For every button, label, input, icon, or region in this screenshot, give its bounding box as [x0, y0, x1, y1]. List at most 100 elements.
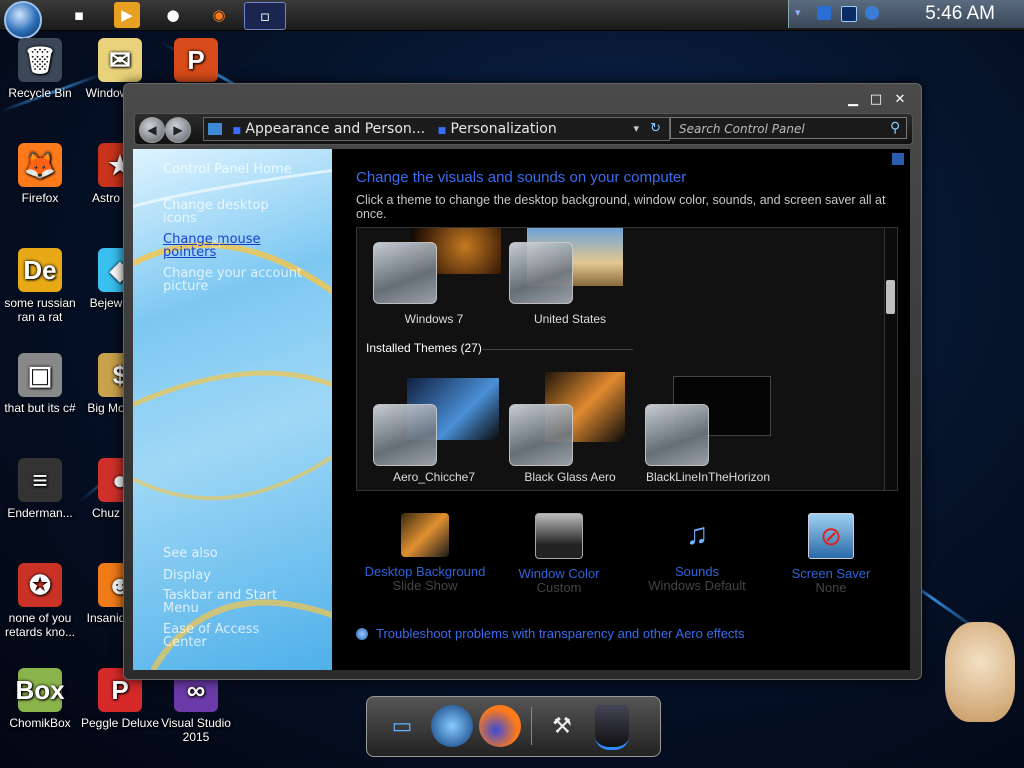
window-color-value: Custom [536, 580, 582, 595]
tray-expand-icon[interactable]: ▾ [795, 6, 809, 20]
see-also-heading: See also [163, 546, 218, 561]
theme-gallery: Windows 7 United States Installed Themes… [356, 227, 898, 491]
tools-icon[interactable]: ⚒ [541, 705, 583, 747]
window-color-icon [535, 513, 583, 559]
media-player-icon[interactable]: ▶ [114, 2, 140, 28]
breadcrumb-item[interactable]: Personalization [451, 121, 557, 137]
start-button[interactable] [4, 1, 42, 39]
firefox-icon[interactable] [479, 705, 521, 747]
sounds-label: Sounds [674, 564, 720, 579]
clock[interactable]: 5:46 AM [925, 3, 995, 25]
close-button[interactable]: ✕ [889, 92, 911, 108]
desktop-icon-image: ✉ [98, 38, 142, 82]
theme-glass-swatch [373, 404, 437, 466]
monitor-icon[interactable]: ▭ [381, 705, 423, 747]
theme-item[interactable]: United States [505, 228, 635, 328]
divider [483, 349, 633, 350]
control-panel-icon [208, 123, 222, 135]
chevron-right-icon: ■ [232, 126, 241, 136]
desktop-icon-label: some russian ran a rat [4, 296, 76, 324]
sounds-value: Windows Default [648, 578, 746, 593]
troubleshoot-link[interactable]: Troubleshoot problems with transparency … [376, 626, 745, 641]
refresh-icon[interactable]: ↻ [650, 118, 661, 140]
change-desktop-icons-link[interactable]: Change desktop icons [163, 199, 303, 225]
breadcrumb[interactable]: ■ Appearance and Person... ■ Personaliza… [203, 117, 670, 141]
trash-icon[interactable] [595, 705, 629, 750]
breadcrumb-item[interactable]: Appearance and Person... [245, 121, 425, 137]
taskbar-app-icon[interactable]: ▪ [66, 2, 92, 28]
theme-item[interactable]: BlackLineInTheHorizon [643, 368, 793, 486]
maximize-button[interactable]: □ [865, 92, 887, 108]
desktop-background-icon [401, 513, 449, 557]
theme-label: Windows 7 [404, 312, 464, 326]
monitor-icon[interactable] [841, 6, 857, 22]
desktop-icon[interactable]: De some russian ran a rat [0, 248, 80, 324]
shield-icon [356, 628, 368, 640]
theme-item[interactable]: Windows 7 [369, 228, 501, 328]
mouse-cursor-icon: ☝ [211, 233, 221, 252]
change-mouse-pointers-link[interactable]: Change mouse pointers [163, 233, 293, 259]
theme-glass-swatch [509, 242, 573, 304]
display-link[interactable]: Display [163, 569, 211, 582]
theme-label: United States [533, 312, 607, 326]
desktop-icon[interactable]: 🦊 Firefox [0, 143, 80, 205]
desktop-background-button[interactable]: Desktop Background Slide Show [360, 513, 490, 593]
desktop-icon-image: De [18, 248, 62, 292]
desktop-icon-label: ChomikBox [9, 716, 71, 730]
desktop-icon-image: P [174, 38, 218, 82]
desktop-icon-label: Firefox [21, 191, 59, 205]
minimize-button[interactable]: ▁ [842, 92, 864, 108]
control-panel-home-link[interactable]: Control Panel Home [163, 163, 292, 176]
desktop-icon[interactable]: 🗑 Recycle Bin [0, 38, 80, 100]
theme-label: Aero_Chicche7 [392, 470, 476, 484]
network-icon[interactable] [431, 705, 473, 747]
desktop-icon[interactable]: ≡ Enderman... [0, 458, 80, 520]
desktop-icon-image: ✪ [18, 563, 62, 607]
hamster-widget[interactable] [945, 622, 1015, 722]
tray-app-icon[interactable] [817, 6, 831, 20]
page-title: Change the visuals and sounds on your co… [356, 169, 687, 186]
taskbar-start-menu-link[interactable]: Taskbar and Start Menu [163, 589, 313, 615]
desktop-icon[interactable]: ▣ that but its c# [0, 353, 80, 415]
active-window-button[interactable]: ▫ [244, 2, 286, 30]
desktop-icon-label: Enderman... [7, 506, 73, 520]
desktop-icon-label: Recycle Bin [8, 86, 72, 100]
taskbar: ▪ ▶ ● ◉ ▫ ▾ 5:46 AM [0, 0, 1024, 39]
ease-of-access-link[interactable]: Ease of Access Center [163, 623, 303, 649]
window-color-label: Window Color [518, 566, 600, 581]
search-input[interactable]: Search Control Panel [670, 117, 907, 139]
desktop-icon-image: Box [15, 668, 65, 712]
screen-saver-button[interactable]: ⊘ Screen Saver None [766, 513, 896, 595]
theme-glass-swatch [509, 404, 573, 466]
firefox-icon[interactable]: ◉ [206, 2, 232, 28]
screen-saver-value: None [815, 580, 847, 595]
theme-label: Black Glass Aero [524, 470, 616, 484]
globe-icon[interactable]: ● [160, 2, 186, 28]
theme-item[interactable]: Black Glass Aero [505, 368, 635, 486]
theme-item[interactable]: Aero_Chicche7 [369, 368, 499, 486]
screen-saver-label: Screen Saver [791, 566, 871, 581]
page-description: Click a theme to change the desktop back… [356, 193, 886, 221]
main-pane: Change the visuals and sounds on your co… [332, 149, 910, 670]
change-account-picture-link[interactable]: Change your account picture [163, 267, 303, 293]
back-button[interactable]: ◀ [139, 117, 165, 143]
desktop-icon[interactable]: ✪ none of you retards kno... [0, 563, 80, 639]
desktop-background-value: Slide Show [392, 578, 458, 593]
theme-glass-swatch [645, 404, 709, 466]
desktop-icon[interactable]: P [156, 38, 236, 86]
help-icon[interactable] [892, 153, 904, 165]
desktop-icon-image: ▣ [18, 353, 62, 397]
desktop-icon-label: none of you retards kno... [4, 611, 76, 639]
dock: ▭ ⚒ [366, 696, 661, 757]
scrollbar-thumb[interactable] [886, 280, 895, 314]
search-icon[interactable]: ⚲ [890, 120, 900, 136]
window-color-button[interactable]: Window Color Custom [494, 513, 624, 595]
chevron-down-icon[interactable]: ▾ [633, 118, 639, 140]
network-icon[interactable] [865, 6, 879, 20]
gallery-scrollbar[interactable] [884, 228, 897, 490]
sounds-button[interactable]: ♫ Sounds Windows Default [622, 513, 772, 593]
desktop-icon[interactable]: Box ChomikBox [0, 668, 80, 730]
system-tray: ▾ 5:46 AM [788, 0, 1024, 28]
desktop-icon-label: Visual Studio 2015 [161, 716, 231, 744]
forward-button[interactable]: ▶ [165, 117, 191, 143]
